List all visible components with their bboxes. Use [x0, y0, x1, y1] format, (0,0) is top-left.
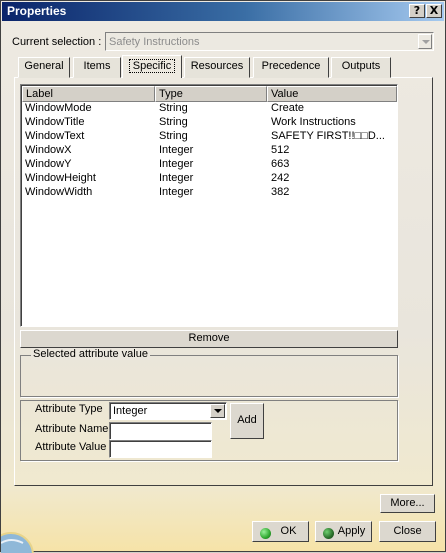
ok-icon — [260, 528, 271, 539]
remove-button[interactable]: Remove — [20, 330, 398, 348]
attribute-value-label: Attribute Value — [35, 441, 107, 453]
row-label: WindowHeight — [25, 172, 96, 184]
close-button[interactable]: Close — [379, 521, 436, 542]
apply-icon — [323, 528, 334, 539]
row-label: WindowY — [25, 158, 72, 170]
help-button[interactable]: ? — [409, 4, 425, 18]
tab-precedence-label: Precedence — [261, 60, 321, 72]
attributes-table[interactable]: Label Type Value WindowMode String Creat… — [20, 84, 398, 327]
tab-specific[interactable]: Specific — [122, 55, 182, 78]
row-value: 512 — [271, 144, 290, 156]
current-selection-value: Safety Instructions — [109, 36, 200, 48]
tab-general-label: General — [24, 60, 64, 72]
attribute-value-field[interactable] — [109, 440, 212, 458]
row-value: SAFETY FIRST!!□□D... — [271, 130, 385, 142]
tab-items-label: Items — [83, 60, 111, 72]
row-value: Work Instructions — [271, 116, 356, 128]
row-value: 242 — [271, 172, 290, 184]
row-type: Integer — [159, 158, 194, 170]
selected-attribute-value-title: Selected attribute value — [31, 348, 150, 360]
apply-button[interactable]: Apply — [315, 521, 372, 542]
row-value: 382 — [271, 186, 290, 198]
more-button[interactable]: More... — [380, 494, 435, 513]
attribute-type-select[interactable]: Integer — [109, 402, 227, 420]
row-label: WindowText — [25, 130, 85, 142]
tab-outputs-label: Outputs — [341, 60, 381, 72]
chevron-down-icon[interactable] — [210, 404, 225, 418]
row-label: WindowX — [25, 144, 72, 156]
column-header-value[interactable]: Value — [267, 86, 397, 102]
row-type: Integer — [159, 186, 194, 198]
tab-general[interactable]: General — [18, 57, 70, 78]
attribute-name-field[interactable] — [109, 422, 212, 440]
current-selection-combo[interactable]: Safety Instructions — [105, 32, 434, 51]
row-type: Integer — [159, 172, 194, 184]
properties-dialog: Properties ? X Current selection : Safet… — [0, 0, 446, 553]
row-value: 663 — [271, 158, 290, 170]
close-window-button[interactable]: X — [426, 4, 442, 18]
row-label: WindowMode — [25, 102, 92, 114]
column-header-label[interactable]: Label — [22, 86, 155, 102]
apply-label: Apply — [337, 525, 366, 537]
table-row[interactable]: WindowY Integer 663 — [22, 158, 398, 172]
attribute-type-label: Attribute Type — [35, 403, 103, 415]
tab-specific-label: Specific — [128, 59, 176, 73]
tab-resources-label: Resources — [190, 60, 244, 72]
row-label: WindowWidth — [25, 186, 93, 198]
row-type: String — [159, 102, 188, 114]
selected-attribute-value-group: Selected attribute value — [20, 348, 398, 397]
current-selection-label: Current selection : — [12, 36, 102, 48]
table-row[interactable]: WindowText String SAFETY FIRST!!□□D... — [22, 130, 398, 144]
ok-button[interactable]: OK — [252, 521, 309, 542]
row-type: Integer — [159, 144, 194, 156]
tab-resources[interactable]: Resources — [184, 57, 250, 78]
title-bar: Properties ? X — [2, 2, 444, 21]
tab-precedence[interactable]: Precedence — [253, 57, 329, 78]
tab-items[interactable]: Items — [73, 57, 121, 78]
tab-outputs[interactable]: Outputs — [331, 57, 391, 78]
table-row[interactable]: WindowWidth Integer 382 — [22, 186, 398, 200]
attribute-type-value: Integer — [113, 405, 148, 417]
table-row[interactable]: WindowHeight Integer 242 — [22, 172, 398, 186]
add-button[interactable]: Add — [230, 403, 264, 439]
row-label: WindowTitle — [25, 116, 85, 128]
chevron-down-icon[interactable] — [418, 34, 432, 49]
attribute-name-label: Attribute Name — [35, 423, 109, 435]
row-value: Create — [271, 102, 305, 114]
column-header-type[interactable]: Type — [155, 86, 267, 102]
table-row[interactable]: WindowX Integer 512 — [22, 144, 398, 158]
row-type: String — [159, 130, 188, 142]
table-row[interactable]: WindowTitle String Work Instructions — [22, 116, 398, 130]
globe-icon — [1, 521, 49, 553]
row-type: String — [159, 116, 188, 128]
window-title: Properties — [7, 4, 67, 18]
table-row[interactable]: WindowMode String Create — [22, 102, 398, 116]
ok-label: OK — [280, 525, 297, 537]
